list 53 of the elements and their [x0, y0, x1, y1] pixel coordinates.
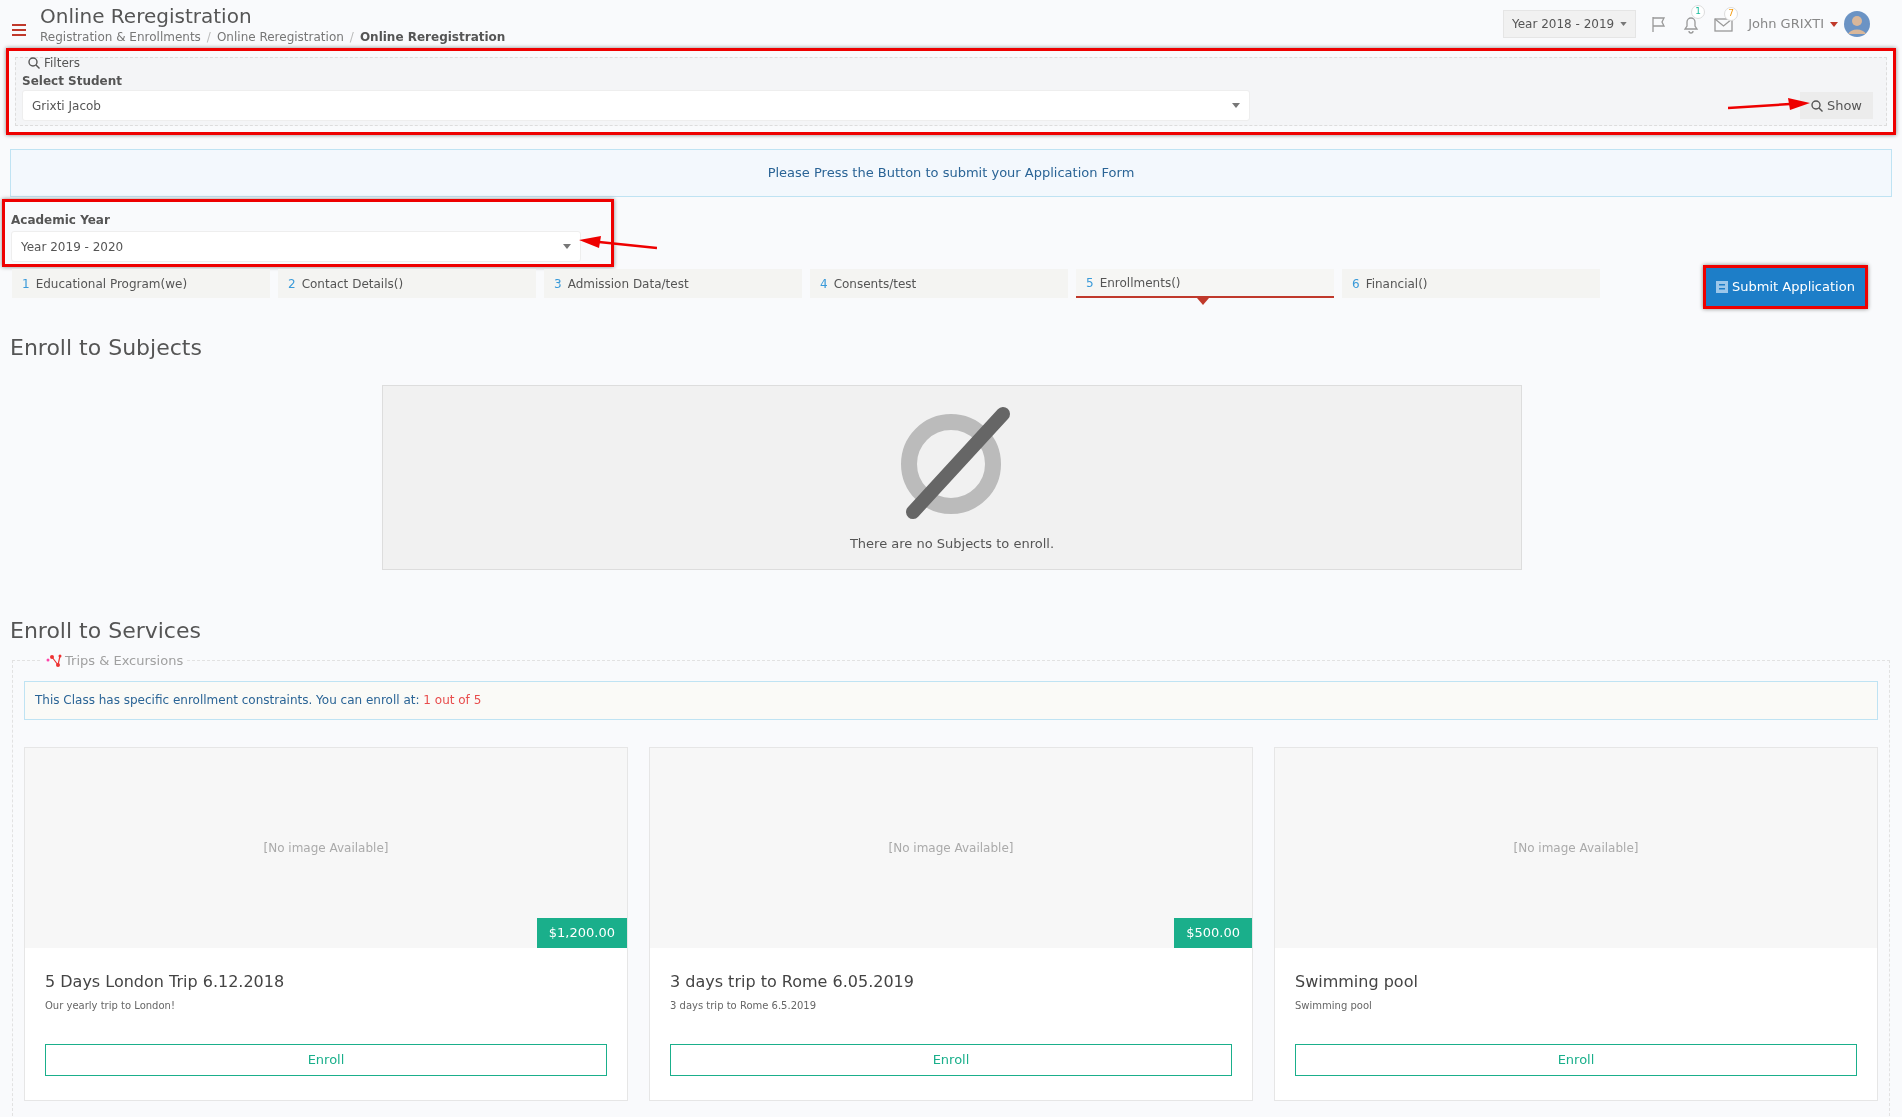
breadcrumb-current: Online Reregistration — [359, 29, 506, 46]
field-label: Select Student — [22, 73, 123, 90]
no-image-text: [No image Available] — [888, 839, 1014, 857]
no-image-text: [No image Available] — [263, 839, 389, 857]
constraint-alert: This Class has specific enrollment constraints. You can enroll at: 1 out of 5 — [24, 680, 1878, 720]
academic-year-select[interactable]: Year 2019 - 2020 — [11, 231, 581, 262]
caret-icon[interactable] — [1830, 21, 1838, 27]
step-tab[interactable]: 1 Educational Program(we) — [12, 269, 270, 298]
filters-legend: Filters — [44, 54, 80, 72]
page-title: Online Reregistration — [40, 4, 253, 28]
student-select[interactable]: Grixti Jacob — [22, 90, 1250, 121]
form-icon — [1716, 281, 1728, 293]
show-button[interactable]: Show — [1799, 92, 1873, 119]
step-tab[interactable]: 4 Consents/test — [810, 269, 1068, 298]
card-description: Swimming pool — [1295, 998, 1373, 1013]
breadcrumb-separator: / — [206, 29, 211, 46]
no-image-text: [No image Available] — [1513, 839, 1639, 857]
search-icon — [28, 57, 40, 69]
caret-icon — [563, 244, 571, 249]
group-legend: Trips & Excursions — [65, 651, 184, 671]
menu-icon[interactable] — [12, 24, 26, 36]
notification-count: 1 — [1691, 5, 1706, 19]
user-name[interactable]: John GRIXTI — [1748, 14, 1824, 34]
network-icon — [46, 653, 62, 668]
step-tab[interactable]: 5 Enrollments() — [1076, 269, 1334, 298]
card-description: Our yearly trip to London! — [45, 998, 176, 1013]
submit-application-button[interactable]: Submit Application — [1706, 268, 1865, 306]
envelope-icon[interactable] — [1714, 16, 1735, 32]
field-label: Academic Year — [11, 212, 111, 229]
step-tab[interactable]: 3 Admission Data/test — [544, 269, 802, 298]
avatar[interactable] — [1844, 11, 1870, 37]
caret-icon — [1620, 22, 1628, 26]
caret-icon — [1232, 103, 1240, 108]
price-badge: $500.00 — [1174, 917, 1252, 948]
card-description: 3 days trip to Rome 6.5.2019 — [670, 998, 818, 1013]
active-tab-indicator — [1197, 298, 1209, 305]
step-tab[interactable]: 2 Contact Details() — [278, 269, 536, 298]
breadcrumb-separator: / — [349, 29, 354, 46]
search-icon — [1810, 99, 1823, 112]
price-badge: $1,200.00 — [536, 917, 627, 948]
card-title: 5 Days London Trip 6.12.2018 — [45, 970, 286, 993]
year-dropdown[interactable]: Year 2018 - 2019 — [1502, 10, 1637, 38]
bell-icon[interactable] — [1682, 14, 1701, 34]
info-banner: Please Press the Button to submit your Application Form — [10, 149, 1892, 197]
section-heading: Enroll to Subjects — [10, 334, 203, 362]
step-tab[interactable]: 6 Financial() — [1342, 269, 1600, 298]
card-title: 3 days trip to Rome 6.05.2019 — [670, 970, 915, 993]
breadcrumb-link[interactable]: Online Reregistration — [216, 28, 344, 46]
breadcrumb-link[interactable]: Registration & Enrollments — [40, 28, 201, 46]
card-title: Swimming pool — [1295, 970, 1419, 993]
section-heading: Enroll to Services — [10, 617, 202, 645]
message-count: 7 — [1724, 7, 1739, 21]
empty-message: There are no Subjects to enroll. — [849, 535, 1055, 553]
